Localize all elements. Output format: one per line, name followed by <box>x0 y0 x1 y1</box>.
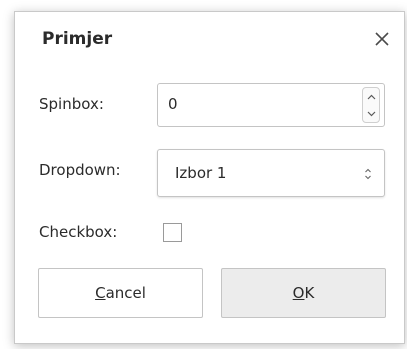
updown-arrows-icon <box>365 168 371 180</box>
close-button[interactable] <box>367 24 397 54</box>
checkbox[interactable] <box>163 223 182 242</box>
spinbox-label: Spinbox: <box>39 95 104 113</box>
spinbox-input[interactable]: 0 <box>157 83 385 127</box>
dropdown-label: Dropdown: <box>39 161 121 179</box>
dropdown-select[interactable]: Izbor 1 <box>157 149 385 197</box>
spinbox-value[interactable]: 0 <box>168 95 178 113</box>
ok-mnemonic: O <box>292 284 305 302</box>
cancel-button[interactable]: Cancel <box>38 268 203 318</box>
close-icon <box>375 32 389 46</box>
ok-button[interactable]: OK <box>221 268 386 318</box>
spin-up-button[interactable] <box>363 88 379 105</box>
chevron-up-icon <box>367 94 375 99</box>
ok-label: K <box>304 284 315 302</box>
dialog-window: Primjer Spinbox: 0 Dropdown: Izbor 1 Che… <box>14 11 405 344</box>
cancel-mnemonic: C <box>95 284 106 302</box>
chevron-down-icon <box>367 111 375 116</box>
dropdown-selected-value: Izbor 1 <box>175 164 227 182</box>
dialog-title: Primjer <box>42 29 113 49</box>
checkbox-label: Checkbox: <box>39 223 118 241</box>
spin-down-button[interactable] <box>363 105 379 122</box>
cancel-label: ancel <box>105 284 146 302</box>
spinbox-buttons <box>362 87 380 123</box>
